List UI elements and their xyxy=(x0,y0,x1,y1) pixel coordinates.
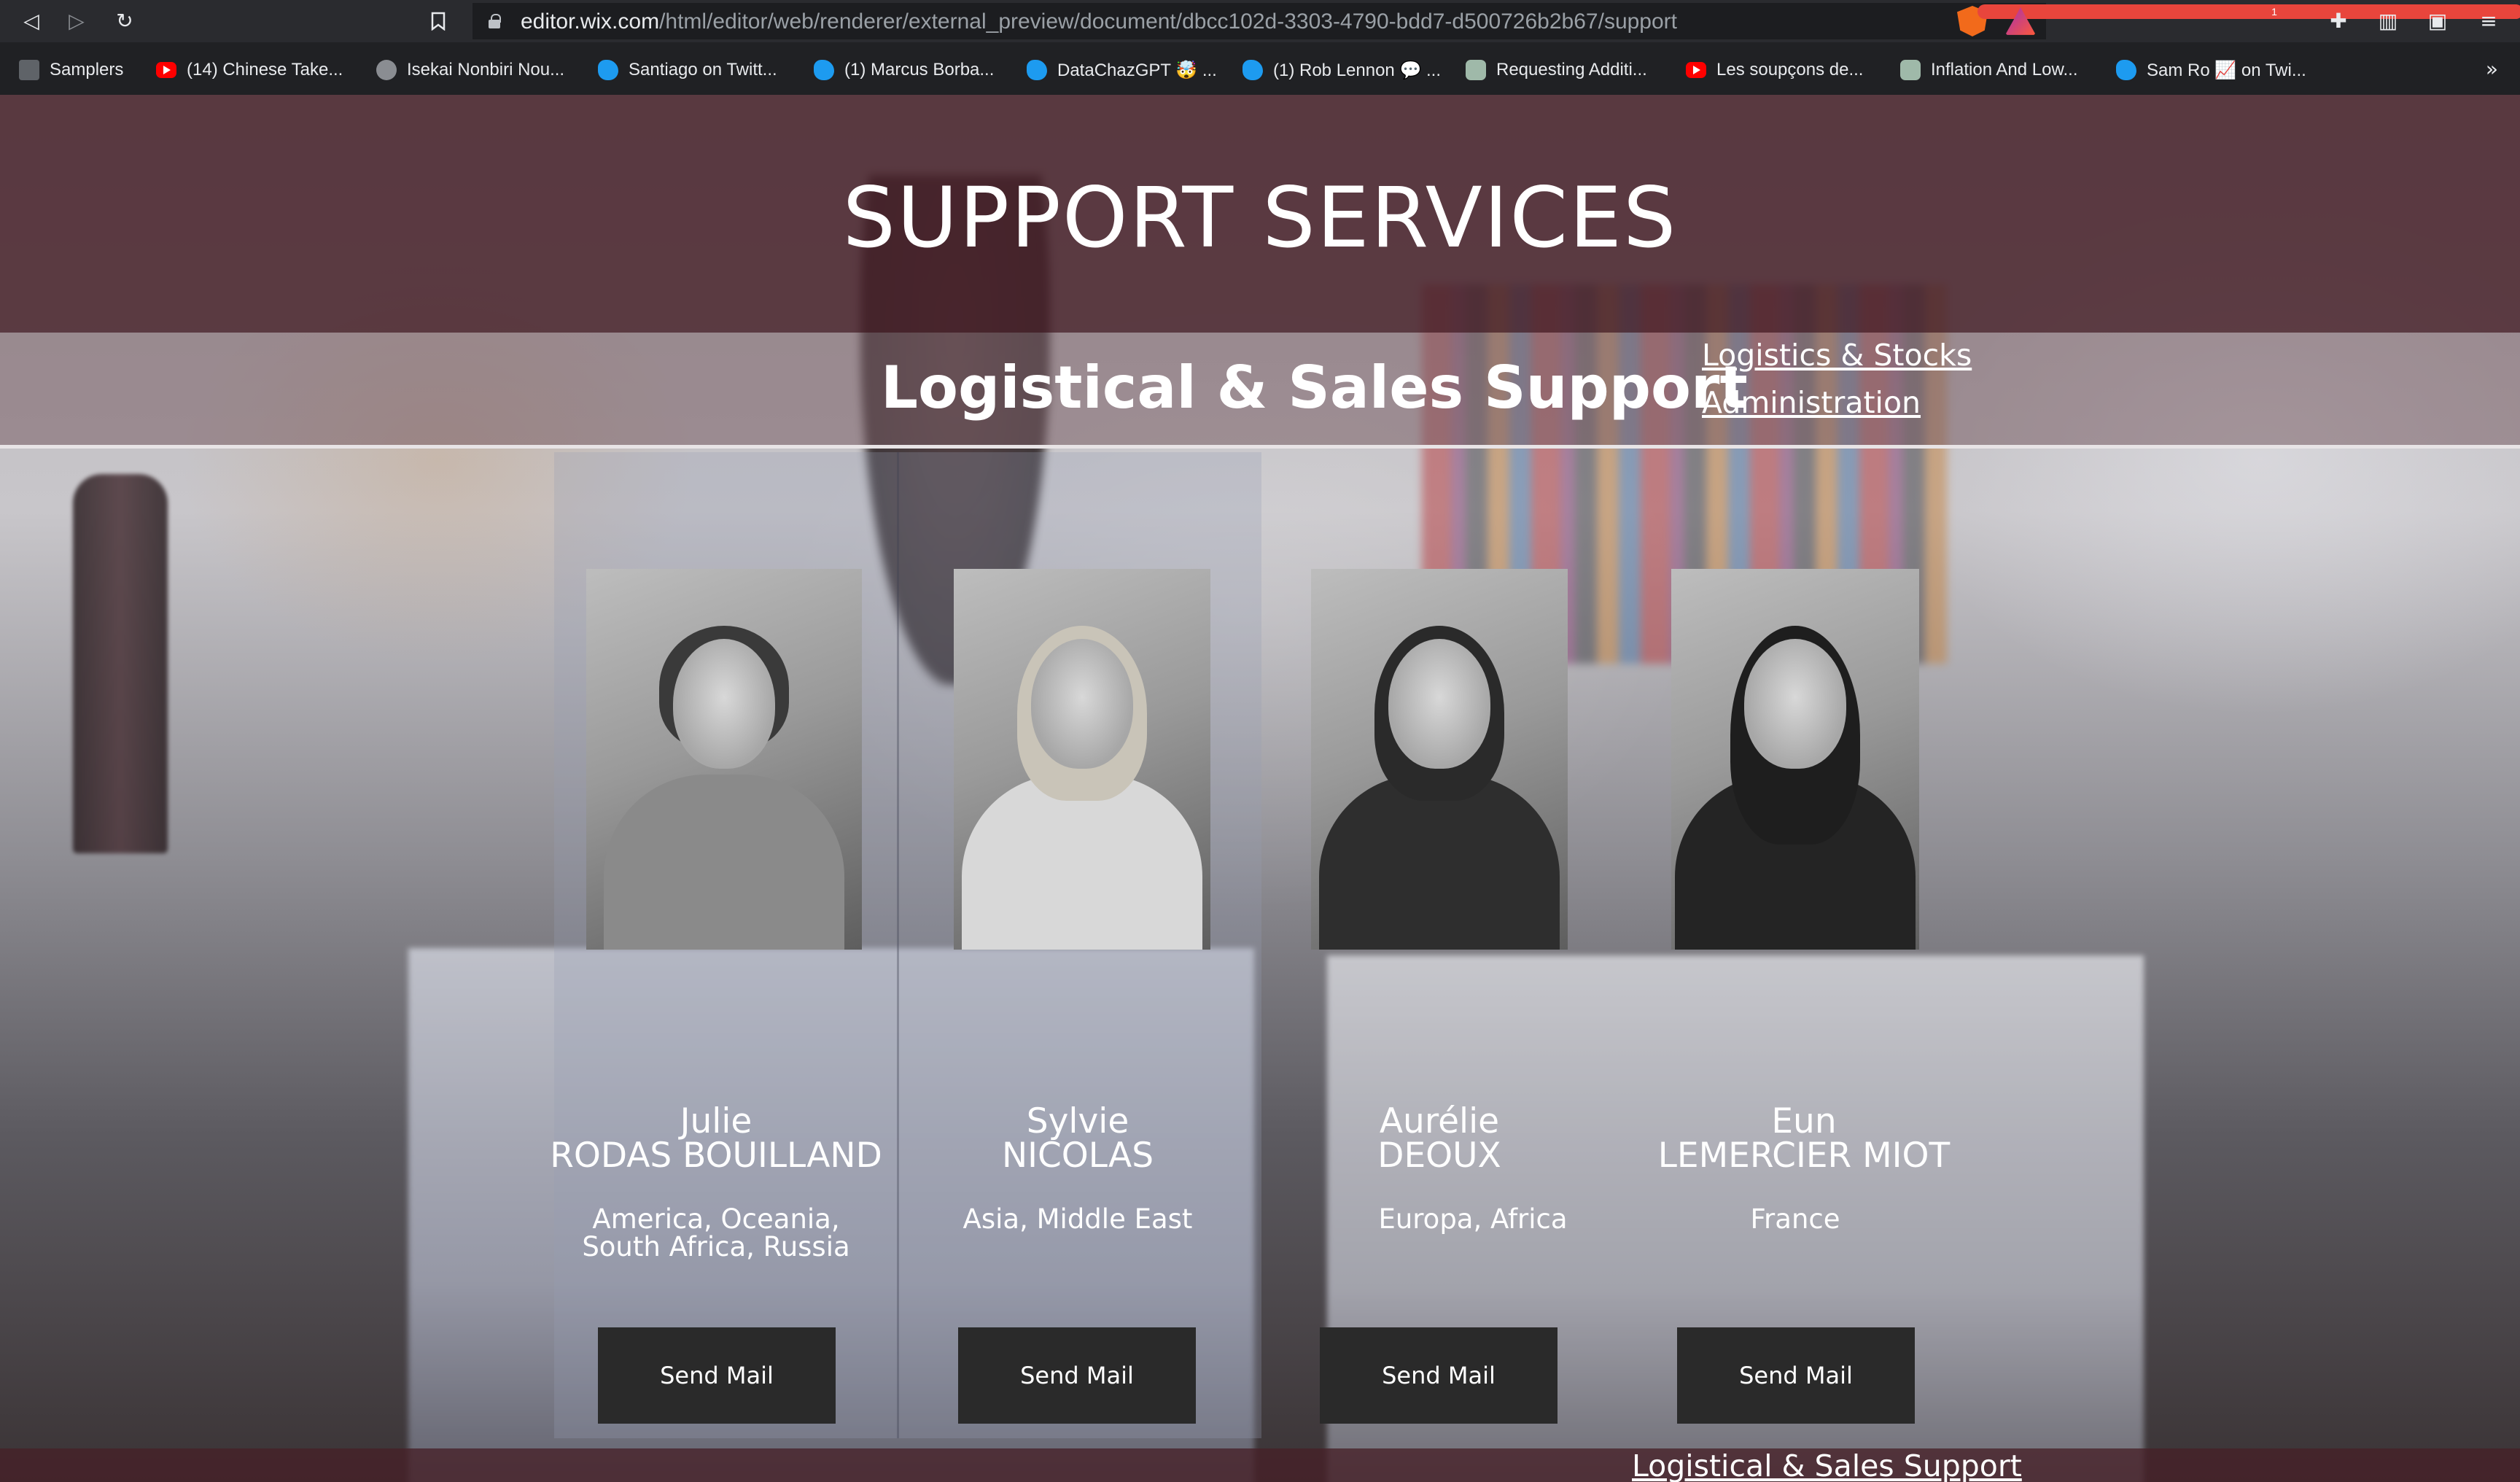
bookmark-label: Samplers xyxy=(50,60,124,79)
logistics-stocks-link[interactable]: Logistics & Stocks xyxy=(1702,338,1972,373)
bookmark-label: Santiago on Twitt... xyxy=(629,60,777,79)
browser-chrome: ◁ ▷ ↻ editor.wix.com/html/editor/web/ren… xyxy=(0,0,2520,95)
bookmark-label: DataChazGPT 🤯 ... xyxy=(1057,60,1217,80)
wallet-icon[interactable]: ▣ xyxy=(2422,6,2453,36)
bookmark-item[interactable]: Sam Ro 📈 on Twi... xyxy=(2116,57,2306,83)
twitter-icon xyxy=(814,60,834,80)
footer-band xyxy=(0,1448,2520,1482)
member-photo xyxy=(954,569,1210,950)
extensions-icon[interactable]: ✚ xyxy=(2323,6,2354,36)
administration-link[interactable]: Administration xyxy=(1702,385,1921,420)
bookmark-item[interactable]: Les soupçons de... xyxy=(1686,57,1863,83)
openai-icon xyxy=(1466,60,1486,80)
forward-icon[interactable]: ▷ xyxy=(61,6,92,36)
photo-body xyxy=(1319,775,1560,950)
send-mail-button[interactable]: Send Mail xyxy=(1320,1327,1558,1424)
bookmark-label: Requesting Additi... xyxy=(1496,60,1647,79)
address-bar[interactable]: editor.wix.com/html/editor/web/renderer/… xyxy=(472,3,2046,39)
bookmark-label: Isekai Nonbiri Nou... xyxy=(407,60,565,79)
bookmark-item[interactable]: DataChazGPT 🤯 ... xyxy=(1027,57,1217,83)
member-region: America, Oceania, South Africa, Russia xyxy=(582,1203,850,1262)
twitter-icon xyxy=(2116,60,2136,80)
page-title: SUPPORT SERVICES xyxy=(842,169,1678,266)
bookmark-item[interactable]: (1) Marcus Borba... xyxy=(814,57,994,83)
crown-icon xyxy=(19,60,39,80)
browser-toolbar: ◁ ▷ ↻ editor.wix.com/html/editor/web/ren… xyxy=(0,0,2520,42)
bookmarks-bar: Samplers (14) Chinese Take... Isekai Non… xyxy=(0,47,2520,95)
bookmark-label: (14) Chinese Take... xyxy=(187,60,343,79)
twitter-icon xyxy=(1027,60,1047,80)
globe-icon xyxy=(376,60,397,80)
photo-body xyxy=(962,775,1202,950)
url-text[interactable]: editor.wix.com/html/editor/web/renderer/… xyxy=(521,9,1677,34)
bookmark-label: Les soupçons de... xyxy=(1716,60,1864,79)
member-last-name: RODAS BOUILLAND xyxy=(550,1136,882,1176)
member-last-name: DEOUX xyxy=(1377,1136,1501,1176)
youtube-icon xyxy=(156,62,176,78)
divider xyxy=(0,445,2520,449)
bookmark-item[interactable]: (1) Rob Lennon 💬 ... xyxy=(1242,57,1441,83)
bookmark-label: (1) Rob Lennon 💬 ... xyxy=(1273,60,1442,80)
team-member-card: Aurélie DEOUX Europa, Africa Send Mail xyxy=(1257,569,1622,1429)
reload-icon[interactable]: ↻ xyxy=(109,6,140,36)
member-last-name: LEMERCIER MIOT xyxy=(1657,1136,1951,1176)
member-region: Asia, Middle East xyxy=(962,1203,1193,1235)
logistical-sales-support-link[interactable]: Logistical & Sales Support xyxy=(1632,1448,2022,1482)
member-photo xyxy=(586,569,862,950)
bookmark-label: (1) Marcus Borba... xyxy=(844,60,995,79)
member-photo xyxy=(1311,569,1568,950)
bookmark-item[interactable]: Requesting Additi... xyxy=(1466,57,1647,83)
bookmark-item[interactable]: Samplers xyxy=(19,57,123,83)
bookmark-page-icon[interactable] xyxy=(423,6,454,36)
member-last-name: NICOLAS xyxy=(1001,1136,1154,1176)
photo-face xyxy=(1388,639,1490,769)
bookmark-item[interactable]: Isekai Nonbiri Nou... xyxy=(376,57,564,83)
lock-icon[interactable] xyxy=(489,14,501,28)
member-region: France xyxy=(1750,1203,1840,1235)
back-icon[interactable]: ◁ xyxy=(16,6,47,36)
more-bookmarks-button[interactable]: » xyxy=(2486,57,2498,81)
bookmark-label: Sam Ro 📈 on Twi... xyxy=(2147,60,2306,80)
bookmark-item[interactable]: Santiago on Twitt... xyxy=(598,57,777,83)
team-member-card: Julie RODAS BOUILLAND America, Oceania, … xyxy=(534,569,898,1429)
section-subtitle: Logistical & Sales Support xyxy=(881,354,1748,422)
send-mail-button[interactable]: Send Mail xyxy=(1677,1327,1915,1424)
send-mail-button[interactable]: Send Mail xyxy=(958,1327,1196,1424)
team-member-card: Eun LEMERCIER MIOT France Send Mail xyxy=(1622,569,1986,1429)
youtube-icon xyxy=(1686,62,1706,78)
team-member-card: Sylvie NICOLAS Asia, Middle East Send Ma… xyxy=(895,569,1260,1429)
photo-face xyxy=(1031,639,1133,769)
sidebar-icon[interactable]: ▥ xyxy=(2373,6,2403,36)
twitter-icon xyxy=(598,60,618,80)
send-mail-button[interactable]: Send Mail xyxy=(598,1327,836,1424)
menu-icon[interactable]: ≡ xyxy=(2473,6,2504,36)
bookmark-label: Inflation And Low... xyxy=(1931,60,2078,79)
photo-body xyxy=(604,775,844,950)
bookmark-item[interactable]: Inflation And Low... xyxy=(1900,57,2077,83)
openai-icon xyxy=(1900,60,1921,80)
title-band: SUPPORT SERVICES xyxy=(0,95,2520,333)
member-region: Europa, Africa xyxy=(1378,1203,1568,1235)
member-photo xyxy=(1671,569,1919,950)
twitter-icon xyxy=(1242,60,1263,80)
page-content: SUPPORT SERVICES Logistical & Sales Supp… xyxy=(0,95,2520,1482)
photo-face xyxy=(1744,639,1846,769)
photo-face xyxy=(673,639,775,769)
bookmark-item[interactable]: (14) Chinese Take... xyxy=(156,57,343,83)
background-bottle xyxy=(73,474,168,853)
